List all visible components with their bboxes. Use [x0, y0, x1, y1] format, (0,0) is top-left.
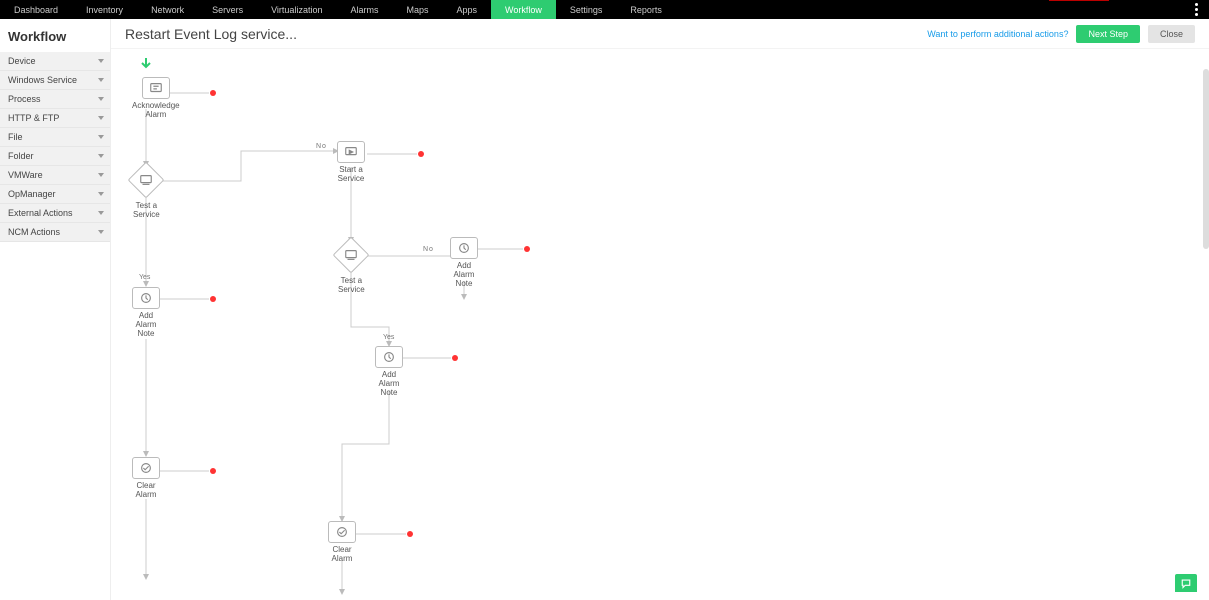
node-add-alarm-note-3[interactable]: Add Alarm Note: [375, 346, 403, 397]
sidebar-item-http-ftp[interactable]: HTTP & FTP: [0, 109, 110, 128]
node-test-service-2[interactable]: Test a Service: [338, 242, 365, 294]
sidebar-item-label: OpManager: [8, 189, 56, 199]
fail-endpoint: [407, 531, 413, 537]
nav-inventory[interactable]: Inventory: [72, 0, 137, 19]
sidebar-item-vmware[interactable]: VMWare: [0, 166, 110, 185]
chevron-down-icon: [98, 173, 104, 177]
sidebar-item-folder[interactable]: Folder: [0, 147, 110, 166]
node-add-alarm-note-1[interactable]: Add Alarm Note: [132, 287, 160, 338]
nav-servers[interactable]: Servers: [198, 0, 257, 19]
workflow-canvas[interactable]: No Yes No Yes Acknowledge Alarm Test a S…: [111, 49, 1209, 600]
sidebar-title: Workflow: [0, 19, 110, 52]
sidebar-item-label: NCM Actions: [8, 227, 60, 237]
fail-endpoint: [418, 151, 424, 157]
nav-apps[interactable]: Apps: [443, 0, 492, 19]
vertical-scrollbar[interactable]: [1203, 69, 1209, 590]
node-clear-alarm-1[interactable]: Clear Alarm: [132, 457, 160, 499]
node-label: Test a Service: [338, 276, 365, 294]
page-header: Restart Event Log service... Want to per…: [111, 19, 1209, 49]
additional-actions-link[interactable]: Want to perform additional actions?: [927, 29, 1068, 39]
chevron-down-icon: [98, 211, 104, 215]
node-label: Acknowledge Alarm: [132, 101, 180, 119]
sidebar-item-label: HTTP & FTP: [8, 113, 59, 123]
nav-network[interactable]: Network: [137, 0, 198, 19]
next-step-button[interactable]: Next Step: [1076, 25, 1140, 43]
node-label: Test a Service: [133, 201, 160, 219]
page-title: Restart Event Log service...: [125, 26, 297, 42]
nav-dashboard[interactable]: Dashboard: [0, 0, 72, 19]
node-label: Add Alarm Note: [375, 370, 403, 397]
sidebar-item-label: Device: [8, 56, 36, 66]
sidebar: Workflow Device Windows Service Process …: [0, 19, 111, 600]
node-start-service[interactable]: Start a Service: [337, 141, 365, 183]
nav-alarms[interactable]: Alarms: [336, 0, 392, 19]
chevron-down-icon: [98, 116, 104, 120]
chevron-down-icon: [98, 97, 104, 101]
chevron-down-icon: [98, 230, 104, 234]
sidebar-item-label: Process: [8, 94, 41, 104]
nav-reports[interactable]: Reports: [616, 0, 676, 19]
alert-indicator: [1049, 0, 1109, 1]
sidebar-item-label: File: [8, 132, 23, 142]
node-label: Clear Alarm: [328, 545, 356, 563]
content: Restart Event Log service... Want to per…: [111, 19, 1209, 600]
node-clear-alarm-2[interactable]: Clear Alarm: [328, 521, 356, 563]
scrollbar-thumb[interactable]: [1203, 69, 1209, 249]
node-label: Clear Alarm: [132, 481, 160, 499]
workflow-edges: [111, 49, 1209, 600]
chevron-down-icon: [98, 59, 104, 63]
node-test-service-1[interactable]: Test a Service: [133, 167, 160, 219]
start-icon: [139, 57, 153, 76]
sidebar-item-label: Windows Service: [8, 75, 77, 85]
fail-endpoint: [452, 355, 458, 361]
top-nav: Dashboard Inventory Network Servers Virt…: [0, 0, 1209, 19]
branch-no-label: No: [316, 143, 327, 150]
nav-maps[interactable]: Maps: [392, 0, 442, 19]
chevron-down-icon: [98, 135, 104, 139]
node-label: Add Alarm Note: [450, 261, 478, 288]
fail-endpoint: [210, 296, 216, 302]
chevron-down-icon: [98, 154, 104, 158]
node-label: Start a Service: [337, 165, 365, 183]
sidebar-item-windows-service[interactable]: Windows Service: [0, 71, 110, 90]
main: Workflow Device Windows Service Process …: [0, 19, 1209, 600]
fail-endpoint: [210, 90, 216, 96]
sidebar-item-device[interactable]: Device: [0, 52, 110, 71]
sidebar-item-label: Folder: [8, 151, 34, 161]
page-actions: Want to perform additional actions? Next…: [927, 25, 1195, 43]
node-acknowledge-alarm[interactable]: Acknowledge Alarm: [132, 77, 180, 119]
fail-endpoint: [524, 246, 530, 252]
sidebar-item-external-actions[interactable]: External Actions: [0, 204, 110, 223]
branch-yes-label: Yes: [383, 334, 394, 341]
nav-workflow[interactable]: Workflow: [491, 0, 556, 19]
branch-yes-label: Yes: [139, 274, 150, 281]
sidebar-item-ncm-actions[interactable]: NCM Actions: [0, 223, 110, 242]
sidebar-item-opmanager[interactable]: OpManager: [0, 185, 110, 204]
close-button[interactable]: Close: [1148, 25, 1195, 43]
fail-endpoint: [210, 468, 216, 474]
sidebar-item-process[interactable]: Process: [0, 90, 110, 109]
node-label: Add Alarm Note: [132, 311, 160, 338]
chevron-down-icon: [98, 192, 104, 196]
node-add-alarm-note-2[interactable]: Add Alarm Note: [450, 237, 478, 288]
more-icon[interactable]: [1189, 2, 1203, 16]
nav-settings[interactable]: Settings: [556, 0, 617, 19]
sidebar-item-file[interactable]: File: [0, 128, 110, 147]
sidebar-item-label: VMWare: [8, 170, 43, 180]
help-fab[interactable]: [1175, 574, 1197, 592]
branch-no-label: No: [423, 246, 434, 253]
chevron-down-icon: [98, 78, 104, 82]
sidebar-item-label: External Actions: [8, 208, 73, 218]
nav-virtualization[interactable]: Virtualization: [257, 0, 336, 19]
